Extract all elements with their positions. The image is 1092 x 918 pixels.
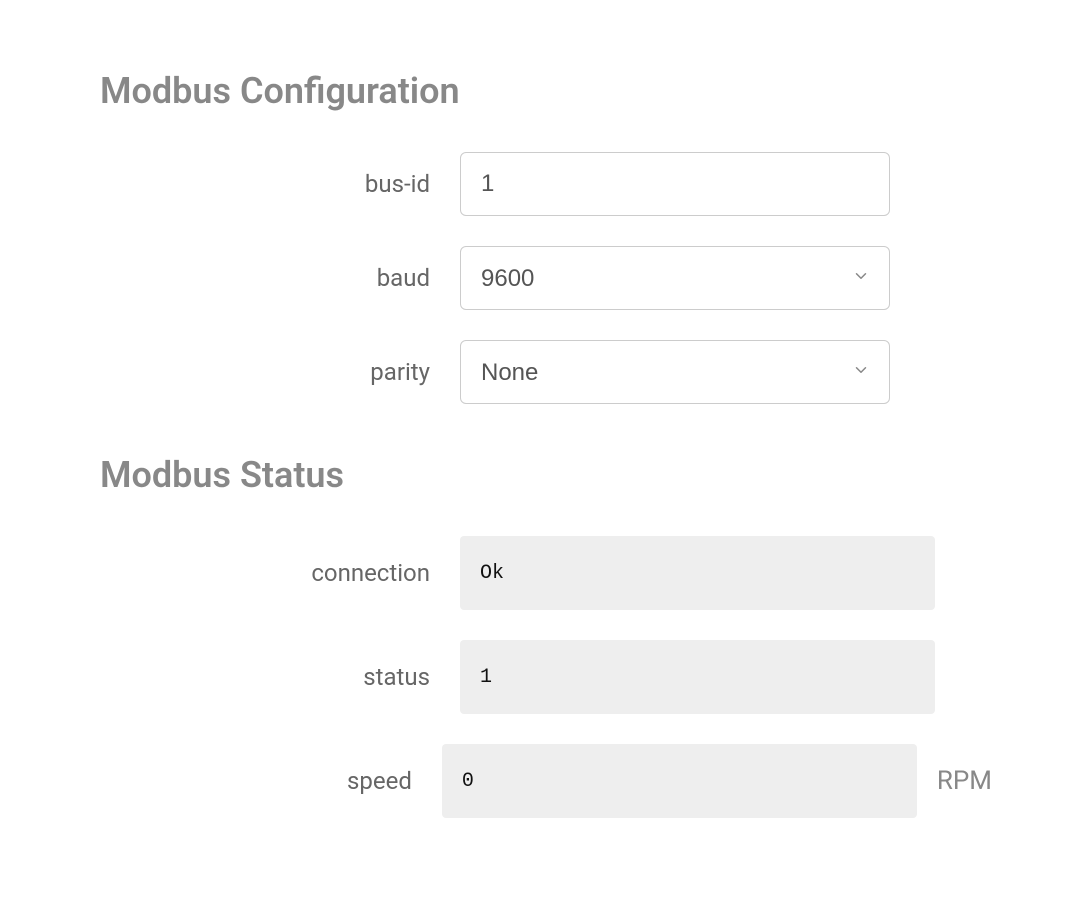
bus-id-input[interactable] — [460, 152, 890, 216]
parity-row: parity None — [100, 340, 992, 404]
status-field-value: 1 — [460, 640, 935, 714]
connection-row: connection Ok — [100, 536, 992, 610]
parity-label: parity — [100, 358, 460, 386]
connection-label: connection — [100, 559, 460, 587]
bus-id-label: bus-id — [100, 170, 460, 198]
bus-id-row: bus-id — [100, 152, 992, 216]
speed-value: 0 — [442, 744, 917, 818]
speed-unit: RPM — [937, 766, 992, 796]
speed-label: speed — [100, 767, 442, 795]
status-heading: Modbus Status — [100, 454, 992, 496]
baud-select[interactable]: 9600 — [460, 246, 890, 310]
parity-select[interactable]: None — [460, 340, 890, 404]
connection-value: Ok — [460, 536, 935, 610]
baud-label: baud — [100, 264, 460, 292]
status-field-row: status 1 — [100, 640, 992, 714]
status-field-label: status — [100, 663, 460, 691]
baud-row: baud 9600 — [100, 246, 992, 310]
speed-row: speed 0 RPM — [100, 744, 992, 818]
config-heading: Modbus Configuration — [100, 70, 992, 112]
